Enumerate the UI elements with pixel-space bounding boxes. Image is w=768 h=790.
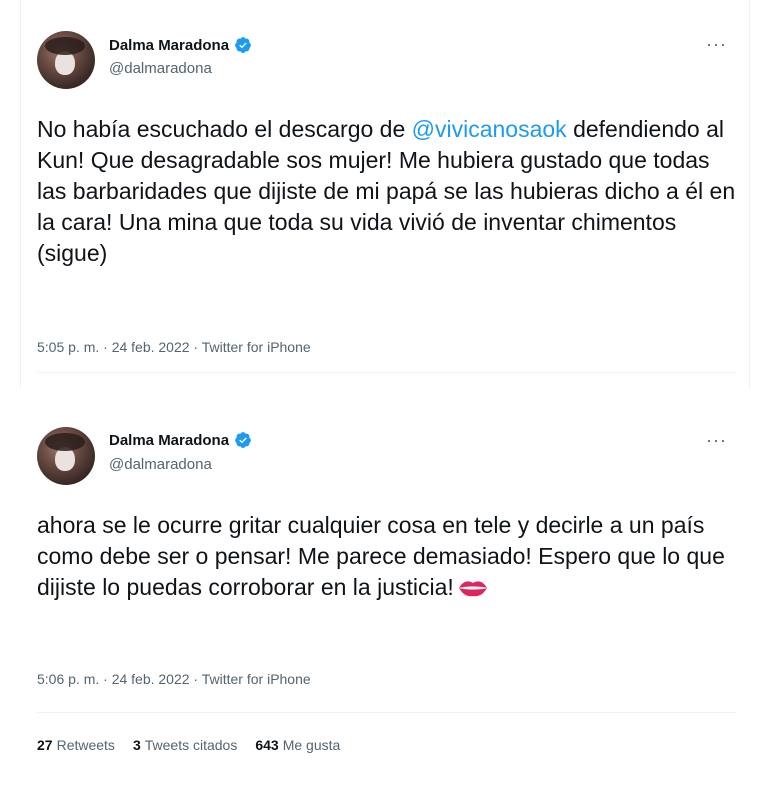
retweets-stat[interactable]: 27 Retweets	[37, 737, 115, 753]
verified-badge-icon	[235, 432, 251, 448]
handle[interactable]: @dalmaradona	[109, 60, 212, 77]
tweet-timestamp[interactable]: 5:05 p. m. · 24 feb. 2022 · Twitter for …	[37, 339, 311, 355]
kiss-mark-icon	[458, 581, 487, 597]
quotes-label: Tweets citados	[144, 737, 238, 753]
tweet-timestamp[interactable]: 5:06 p. m. · 24 feb. 2022 · Twitter for …	[37, 671, 311, 687]
card-border-left	[20, 0, 21, 388]
display-name[interactable]: Dalma Maradona	[109, 37, 229, 54]
divider	[37, 712, 737, 713]
divider	[37, 372, 737, 373]
tweet-text-part: No había escuchado el descargo de	[37, 116, 412, 142]
retweets-count: 27	[37, 737, 53, 753]
tweet-text: No había escuchado el descargo de @vivic…	[37, 114, 737, 269]
tweet-text: ahora se le ocurre gritar cualquier cosa…	[37, 510, 737, 603]
avatar[interactable]	[37, 31, 95, 89]
verified-badge-icon	[235, 37, 251, 53]
handle[interactable]: @dalmaradona	[109, 456, 212, 473]
likes-count: 643	[255, 737, 279, 753]
more-options-icon[interactable]: ···	[706, 34, 727, 55]
tweet-text-part: ahora se le ocurre gritar cualquier cosa…	[37, 512, 725, 600]
quotes-count: 3	[132, 737, 141, 753]
display-name[interactable]: Dalma Maradona	[109, 432, 229, 449]
author-row[interactable]: Dalma Maradona	[109, 431, 252, 449]
avatar[interactable]	[37, 427, 95, 485]
likes-stat[interactable]: 643 Me gusta	[255, 737, 340, 753]
engagement-stats: 27 Retweets 3 Tweets citados 643 Me gusta	[37, 737, 340, 753]
author-row[interactable]: Dalma Maradona	[109, 36, 252, 54]
quotes-stat[interactable]: 3 Tweets citados	[133, 737, 237, 753]
mention-link[interactable]: @vivicanosaok	[412, 116, 567, 142]
more-options-icon[interactable]: ···	[706, 430, 727, 451]
likes-label: Me gusta	[282, 737, 341, 753]
retweets-label: Retweets	[56, 737, 115, 753]
card-border-right	[749, 0, 750, 388]
